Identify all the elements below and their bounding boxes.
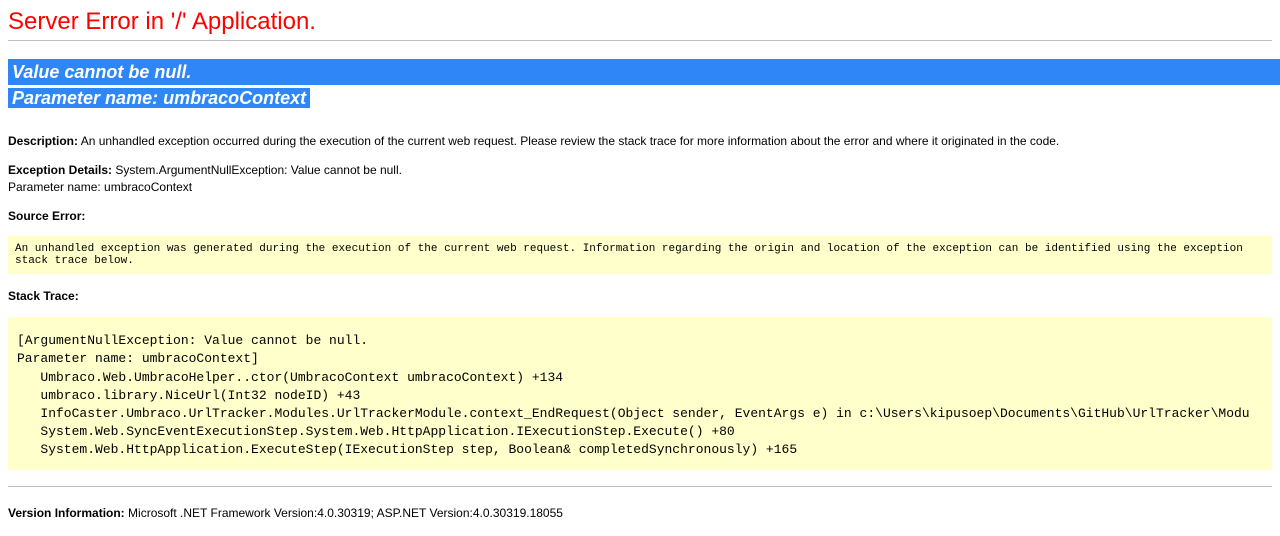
error-banner: Value cannot be null. Parameter name: um… <box>8 59 1272 111</box>
stack-trace-label: Stack Trace: <box>8 289 79 303</box>
error-message-line2: Parameter name: umbracoContext <box>8 88 310 108</box>
exception-details-section: Exception Details: System.ArgumentNullEx… <box>8 162 1272 196</box>
description-section: Description: An unhandled exception occu… <box>8 133 1272 150</box>
source-error-section: Source Error: <box>8 208 1272 225</box>
exception-details-label: Exception Details: <box>8 163 112 177</box>
divider-bottom <box>8 486 1272 487</box>
divider <box>8 40 1272 41</box>
version-text: Microsoft .NET Framework Version:4.0.303… <box>128 506 563 520</box>
source-error-box: An unhandled exception was generated dur… <box>8 236 1272 274</box>
exception-details-text2: Parameter name: umbracoContext <box>8 180 192 194</box>
exception-details-text: System.ArgumentNullException: Value cann… <box>115 163 402 177</box>
page-title: Server Error in '/' Application. <box>8 8 1272 36</box>
description-label: Description: <box>8 134 78 148</box>
error-message-line1: Value cannot be null. <box>8 59 1280 85</box>
stack-trace-section: Stack Trace: <box>8 288 1272 305</box>
description-text: An unhandled exception occurred during t… <box>81 134 1060 148</box>
version-label: Version Information: <box>8 506 125 520</box>
version-section: Version Information: Microsoft .NET Fram… <box>8 505 1272 522</box>
stack-trace-box: [ArgumentNullException: Value cannot be … <box>8 317 1272 470</box>
source-error-label: Source Error: <box>8 209 85 223</box>
